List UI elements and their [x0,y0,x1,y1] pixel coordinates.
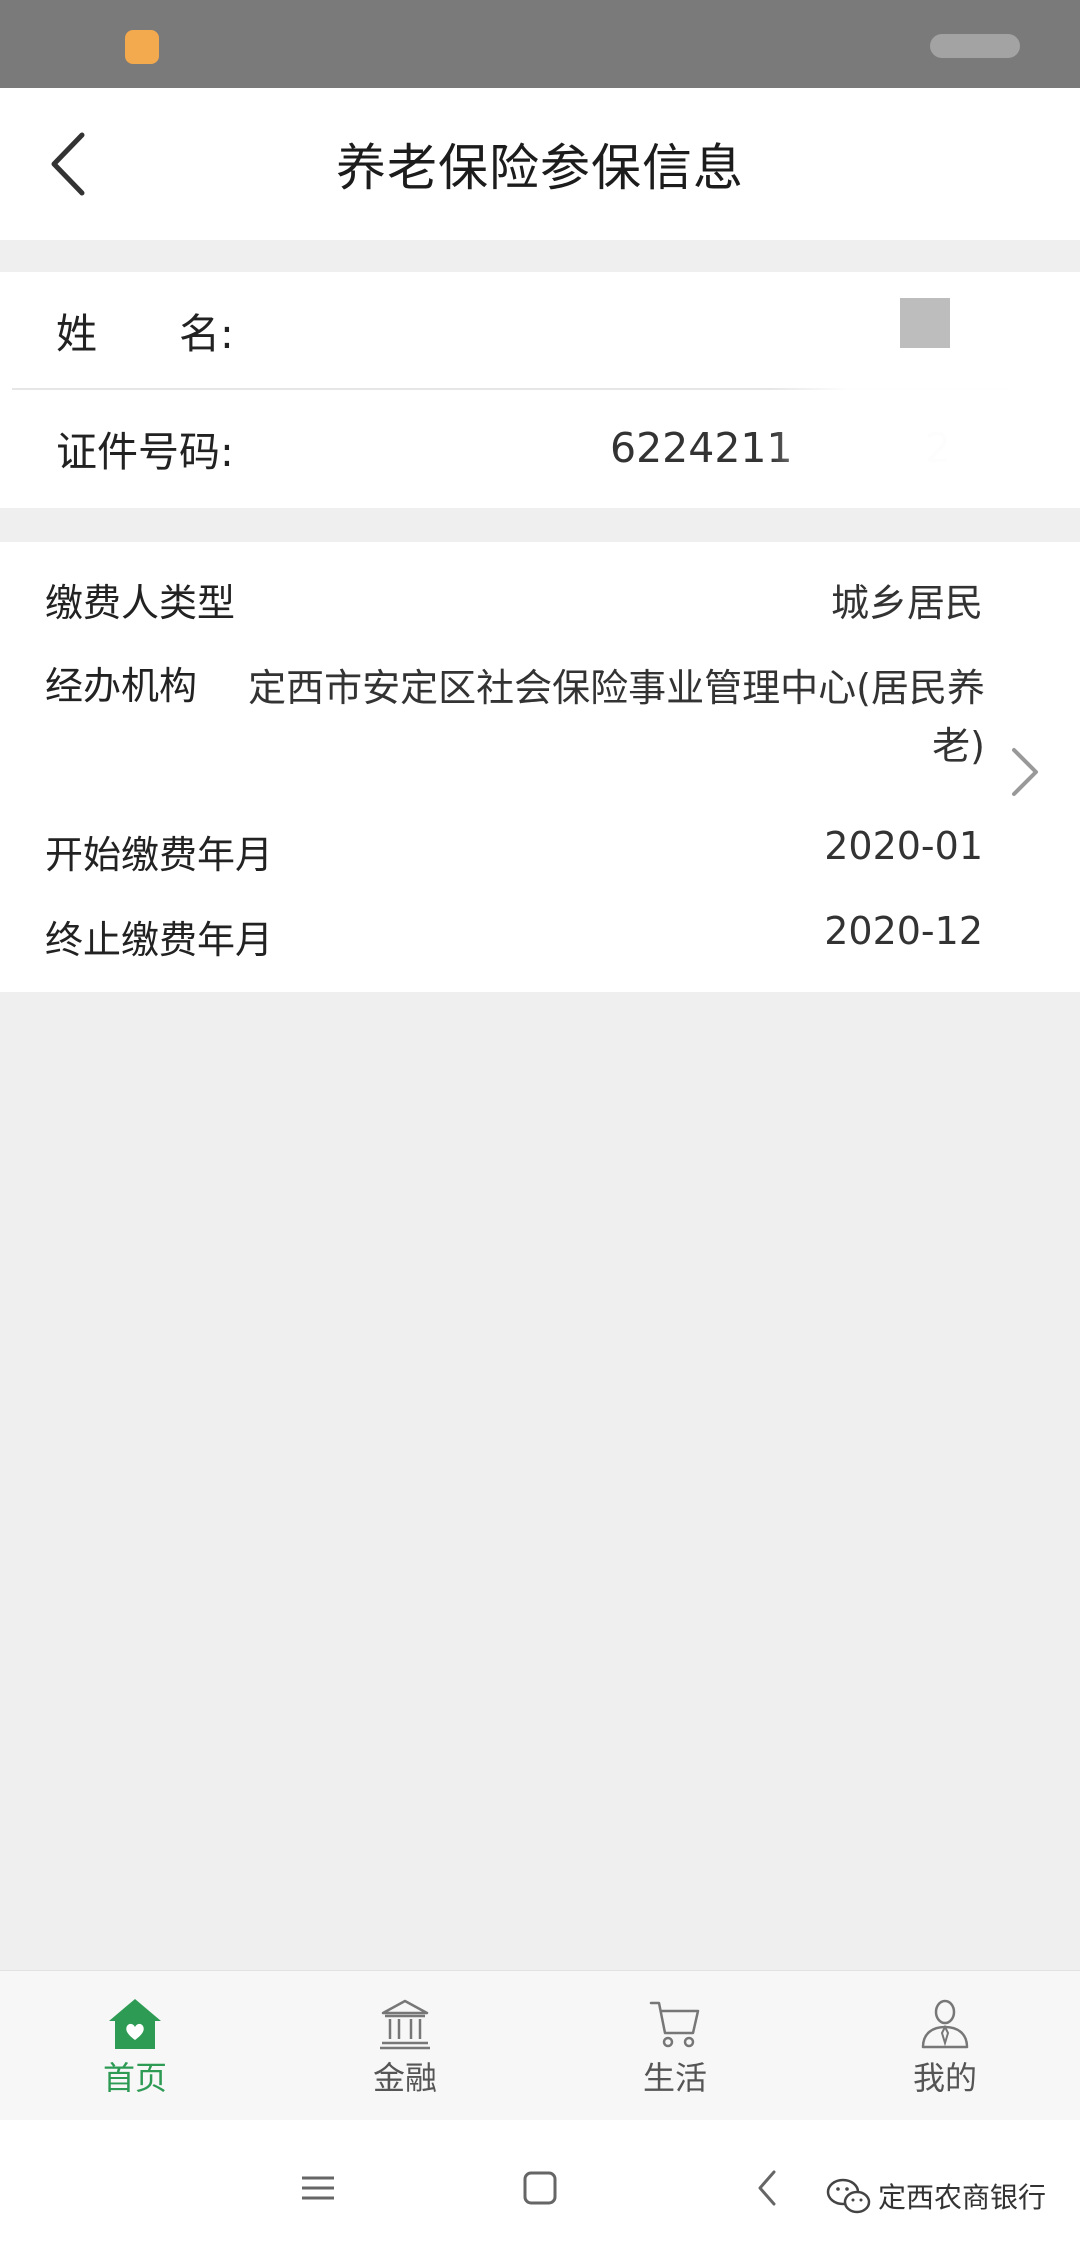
watermark-text: 定西农商银行 [877,2181,1046,2214]
page-title: 养老保险参保信息 [336,139,744,197]
user-icon [921,1999,969,2049]
org-value: 定西市安定区社会保险事业管理中心(居民养老) [248,666,985,768]
tab-life-label: 生活 [642,2059,707,2097]
status-bar [0,0,1080,88]
payer-type-row: 缴费人类型 城乡居民 [0,572,1080,632]
payer-type-label: 缴费人类型 [45,581,236,625]
bank-icon [380,1999,430,2050]
app-header: 养老保险参保信息 [0,88,1080,240]
chevron-left-icon [51,132,85,196]
name-label: 姓 名: [56,310,234,358]
back-nav-icon[interactable] [738,2158,798,2218]
insurance-details-card: 缴费人类型 城乡居民 经办机构 定西市安定区社会保险事业管理中心(居民养老) 开… [0,542,1080,992]
tab-home[interactable]: 首页 [0,1971,270,2121]
org-label: 经办机构 [45,664,198,708]
wechat-icon [826,2178,871,2214]
start-date-row: 开始缴费年月 2020-01 [0,824,1080,884]
start-date-label: 开始缴费年月 [45,833,274,877]
home-square-icon[interactable] [510,2158,570,2218]
tab-mine[interactable]: 我的 [810,1971,1080,2121]
tab-life[interactable]: 生活 [540,1971,810,2121]
cart-icon [649,2001,700,2048]
id-label: 证件号码: [56,428,234,476]
id-value: 6224211 [610,424,793,472]
chevron-right-icon[interactable] [1004,742,1044,802]
end-date-value: 2020-12 [824,909,983,953]
tab-finance[interactable]: 金融 [270,1971,540,2121]
org-row[interactable]: 经办机构 定西市安定区社会保险事业管理中心(居民养老) [0,655,1080,795]
notification-icon [125,30,159,64]
watermark: 定西农商银行 [826,2176,1046,2216]
bottom-tab-bar: 首页 金融 生活 我的 [0,1970,1080,2120]
tab-finance-label: 金融 [372,2059,437,2097]
identity-card: 姓 名: 证件号码: 6224211 2 [0,272,1080,508]
start-date-value: 2020-01 [824,824,983,868]
status-indicators [930,34,1020,58]
menu-icon[interactable] [288,2158,348,2218]
system-nav-bar: 定西农商银行 [0,2120,1080,2248]
tab-mine-label: 我的 [912,2059,977,2097]
end-date-row: 终止缴费年月 2020-12 [0,909,1080,969]
back-button[interactable] [28,124,108,204]
payer-type-value: 城乡居民 [830,581,983,625]
home-icon [109,1999,161,2049]
redaction-block [900,298,950,348]
end-date-label: 终止缴费年月 [45,918,274,962]
tab-home-label: 首页 [102,2059,167,2097]
